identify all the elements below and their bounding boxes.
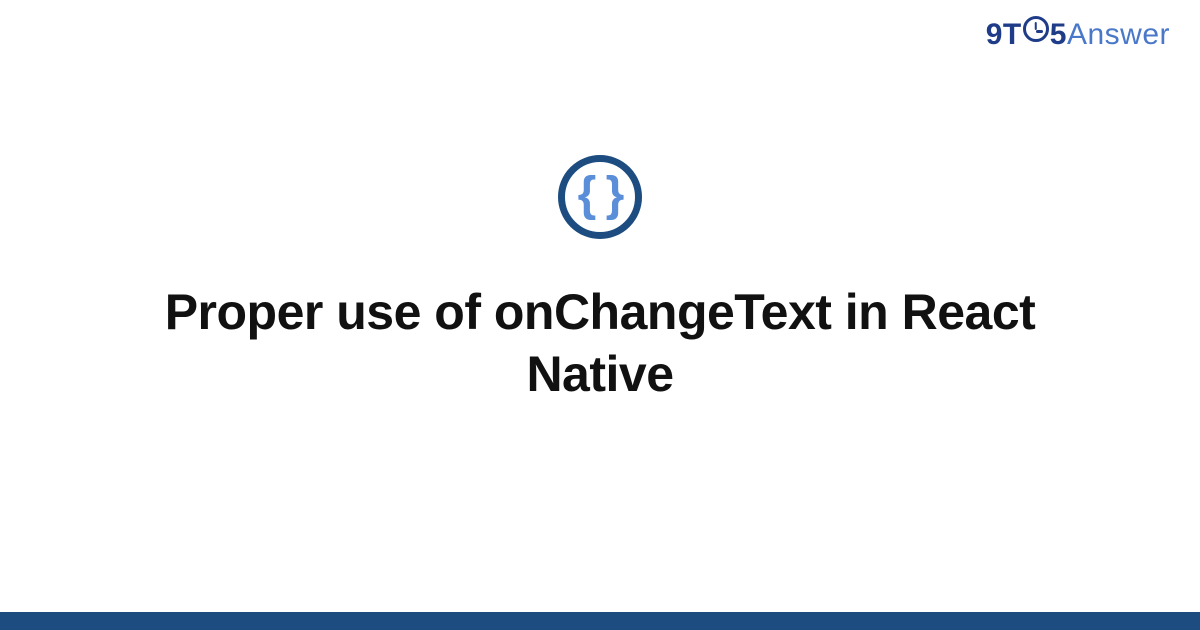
code-braces-icon: { }: [558, 155, 642, 239]
page-title: Proper use of onChangeText in React Nati…: [100, 281, 1100, 406]
main-content: { } Proper use of onChangeText in React …: [0, 0, 1200, 630]
footer-accent-bar: [0, 612, 1200, 630]
braces-glyph: { }: [578, 171, 623, 219]
